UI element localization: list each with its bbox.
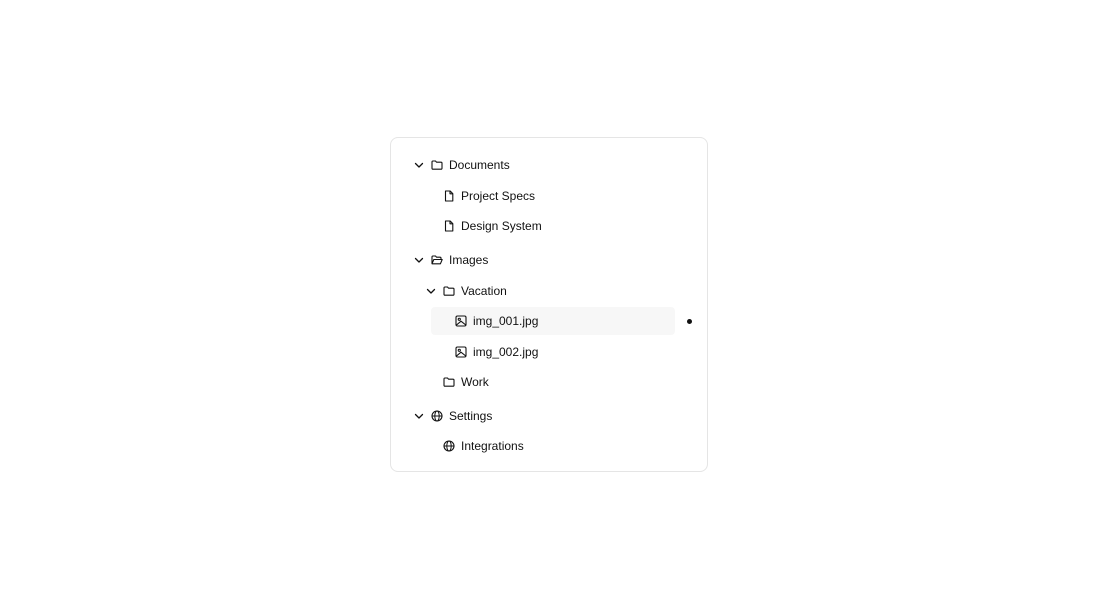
chevron-down-icon[interactable] — [425, 285, 437, 297]
tree-node-label: img_002.jpg — [473, 345, 539, 359]
image-icon — [455, 346, 467, 358]
tree-node-documents[interactable]: Documents — [413, 151, 510, 179]
tree-node-design-system[interactable]: Design System — [443, 212, 542, 240]
image-icon — [455, 315, 467, 327]
tree-node-work[interactable]: Work — [443, 368, 489, 396]
tree-node-label: Integrations — [461, 439, 524, 453]
selection-indicator-dot — [687, 319, 692, 324]
tree-node-img-001-selected[interactable]: img_001.jpg — [431, 307, 675, 335]
tree-node-images[interactable]: Images — [413, 246, 488, 274]
chevron-down-icon[interactable] — [413, 254, 425, 266]
tree-node-integrations[interactable]: Integrations — [443, 432, 524, 460]
tree-node-img-002[interactable]: img_002.jpg — [455, 338, 538, 366]
tree-node-label: Images — [449, 253, 489, 267]
tree-node-label: Settings — [449, 409, 493, 423]
globe-icon — [443, 440, 455, 452]
file-tree-panel: Documents Project Specs Design System Im… — [390, 137, 708, 472]
folder-icon — [443, 285, 455, 297]
folder-open-icon — [431, 254, 443, 266]
file-icon — [443, 220, 455, 232]
folder-icon — [443, 376, 455, 388]
folder-icon — [431, 159, 443, 171]
globe-icon — [431, 410, 443, 422]
tree-node-label: Vacation — [461, 284, 507, 298]
tree-node-project-specs[interactable]: Project Specs — [443, 182, 535, 210]
file-icon — [443, 190, 455, 202]
tree-node-label: Documents — [449, 158, 510, 172]
tree-node-label: Project Specs — [461, 189, 536, 203]
tree-node-vacation[interactable]: Vacation — [425, 277, 507, 305]
tree-node-label: Work — [461, 375, 489, 389]
chevron-down-icon[interactable] — [413, 159, 425, 171]
chevron-down-icon[interactable] — [413, 410, 425, 422]
tree-node-settings[interactable]: Settings — [413, 402, 492, 430]
tree-node-label: img_001.jpg — [473, 314, 539, 328]
tree-node-label: Design System — [461, 219, 542, 233]
